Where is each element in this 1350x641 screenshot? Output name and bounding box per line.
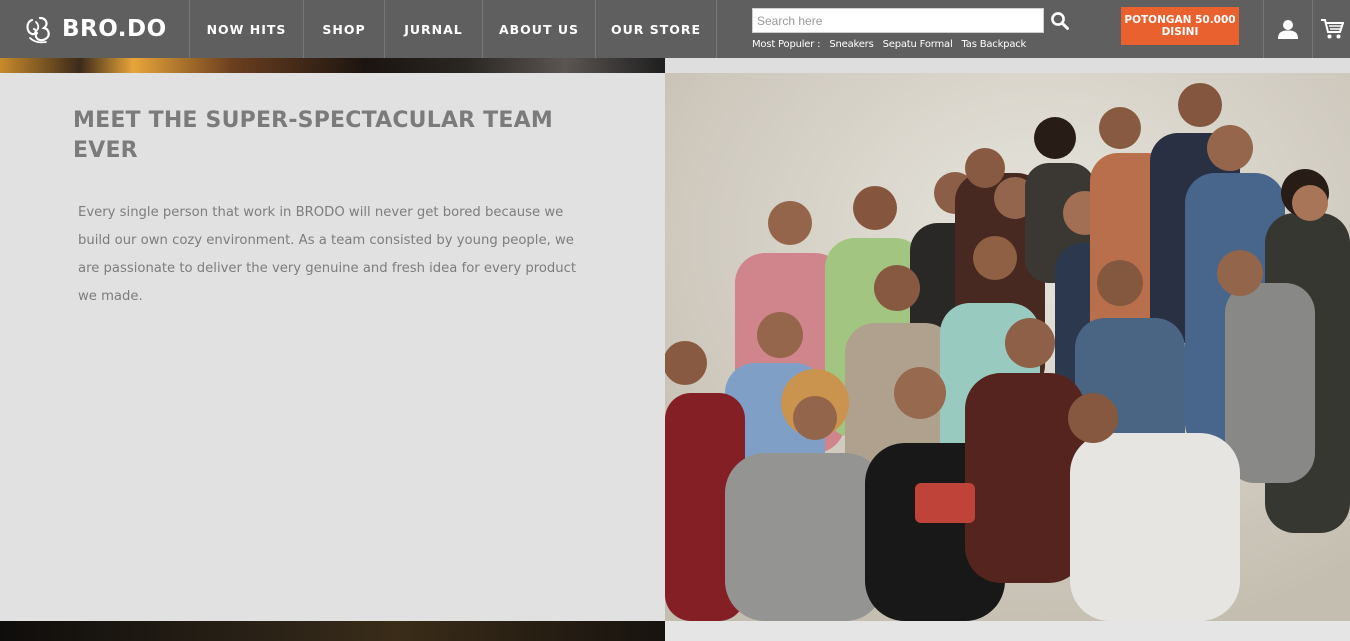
search-row	[752, 8, 1082, 33]
team-heading: MEET THE SUPER-SPECTACULAR TEAM EVER	[73, 108, 553, 163]
team-photo-illustration	[665, 73, 1350, 621]
popular-link-tas-backpack[interactable]: Tas Backpack	[962, 39, 1027, 50]
nav-about-us[interactable]: ABOUT US	[483, 0, 596, 58]
promo-line-1: POTONGAN 50.000	[1124, 14, 1236, 26]
popular-link-sepatu-formal[interactable]: Sepatu Formal	[883, 39, 953, 50]
search-area: Most Populer : Sneakers Sepatu Formal Ta…	[752, 8, 1082, 50]
search-icon[interactable]	[1048, 9, 1072, 33]
nav-jurnal[interactable]: JURNAL	[385, 0, 483, 58]
account-button[interactable]	[1263, 0, 1311, 58]
nav-our-store[interactable]: OUR STORE	[596, 0, 717, 58]
promo-line-2: DISINI	[1161, 26, 1199, 38]
previous-section-photo-edge	[0, 58, 665, 73]
team-photo	[665, 73, 1350, 621]
top-header: BRO.DO NOW HITS SHOP JURNAL ABOUT US OUR…	[0, 0, 1350, 58]
popular-searches: Most Populer : Sneakers Sepatu Formal Ta…	[752, 39, 1082, 50]
main-nav: NOW HITS SHOP JURNAL ABOUT US OUR STORE	[190, 0, 717, 58]
nav-now-hits[interactable]: NOW HITS	[190, 0, 304, 58]
previous-section-edge	[665, 58, 1350, 73]
cart-icon	[1320, 19, 1344, 39]
search-input[interactable]	[752, 8, 1044, 33]
cart-button[interactable]	[1312, 0, 1350, 58]
nav-shop[interactable]: SHOP	[304, 0, 385, 58]
brodo-mark-icon	[26, 16, 50, 44]
promo-button[interactable]: POTONGAN 50.000 DISINI	[1121, 7, 1239, 45]
next-section-photo-edge	[0, 621, 665, 641]
user-icon	[1277, 20, 1298, 39]
popular-link-sneakers[interactable]: Sneakers	[829, 39, 873, 50]
brand-logo[interactable]: BRO.DO	[0, 0, 190, 58]
next-section-edge	[665, 621, 1350, 641]
popular-label: Most Populer :	[752, 39, 821, 50]
team-description: Every single person that work in BRODO w…	[78, 205, 577, 304]
brand-name: BRO.DO	[62, 16, 167, 42]
